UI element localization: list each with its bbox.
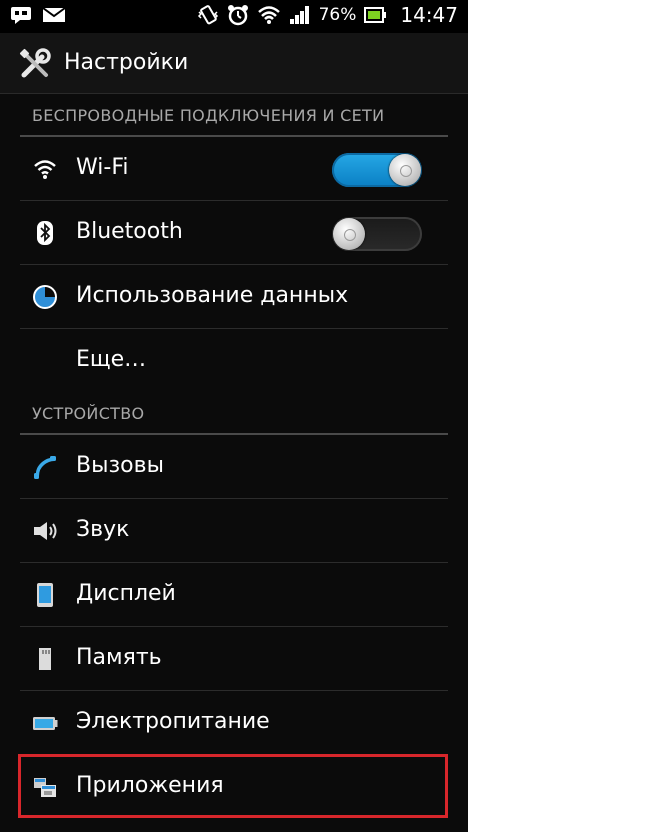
action-bar: Настройки	[0, 33, 468, 94]
section-header-wireless: БЕСПРОВОДНЫЕ ПОДКЛЮЧЕНИЯ И СЕТИ	[32, 106, 385, 125]
settings-item-label: Электропитание	[76, 709, 270, 734]
vibrate-icon	[197, 5, 218, 25]
clock: 14:47	[400, 3, 458, 27]
settings-item-calls[interactable]: Вызовы	[20, 435, 448, 498]
settings-item-sound[interactable]: Звук	[20, 499, 448, 562]
speaker-icon	[34, 522, 57, 540]
settings-item-label: Память	[76, 645, 162, 670]
status-bar: 76% 14:47	[0, 0, 468, 33]
settings-item-memory[interactable]: Память	[20, 627, 448, 690]
settings-item-label: Bluetooth	[76, 219, 183, 244]
toggle-knob	[389, 154, 421, 186]
data-usage-icon	[33, 285, 57, 309]
settings-tools-icon	[19, 48, 51, 78]
display-icon	[37, 583, 53, 607]
settings-item-label: Еще…	[76, 347, 147, 372]
wifi-signal-icon	[257, 6, 280, 24]
memory-card-icon	[39, 648, 51, 670]
highlight-frame	[18, 754, 448, 818]
section-header-device: УСТРОЙСТВО	[32, 404, 145, 423]
toggle-knob	[333, 218, 365, 250]
settings-item-label: Дисплей	[76, 581, 176, 606]
cell-signal-icon	[289, 6, 309, 24]
settings-item-label: Вызовы	[76, 453, 164, 478]
settings-item-label: Звук	[76, 517, 130, 542]
wifi-icon	[34, 160, 56, 179]
mail-icon	[42, 7, 66, 22]
battery-percent: 76%	[318, 5, 357, 25]
page-title: Настройки	[64, 50, 189, 75]
wifi-toggle[interactable]	[332, 153, 422, 187]
settings-item-more[interactable]: Еще…	[20, 329, 448, 392]
bluetooth-toggle[interactable]	[332, 217, 422, 251]
settings-item-label: Использование данных	[76, 283, 349, 308]
phone-screen: 76% 14:47 Настройки БЕСПРОВОДНЫЕ ПОДКЛЮЧ…	[0, 0, 468, 832]
battery-icon	[364, 7, 387, 23]
settings-item-data-usage[interactable]: Использование данных	[20, 265, 448, 328]
phone-call-icon	[34, 456, 56, 479]
message-icon	[11, 7, 31, 24]
settings-item-bluetooth[interactable]: Bluetooth	[20, 201, 448, 264]
battery-power-icon	[33, 717, 58, 730]
bluetooth-icon	[37, 221, 53, 245]
settings-item-power[interactable]: Электропитание	[20, 691, 448, 754]
settings-item-wifi[interactable]: Wi-Fi	[20, 137, 448, 200]
settings-item-display[interactable]: Дисплей	[20, 563, 448, 626]
alarm-icon	[227, 5, 248, 26]
settings-item-label: Wi-Fi	[76, 155, 129, 180]
